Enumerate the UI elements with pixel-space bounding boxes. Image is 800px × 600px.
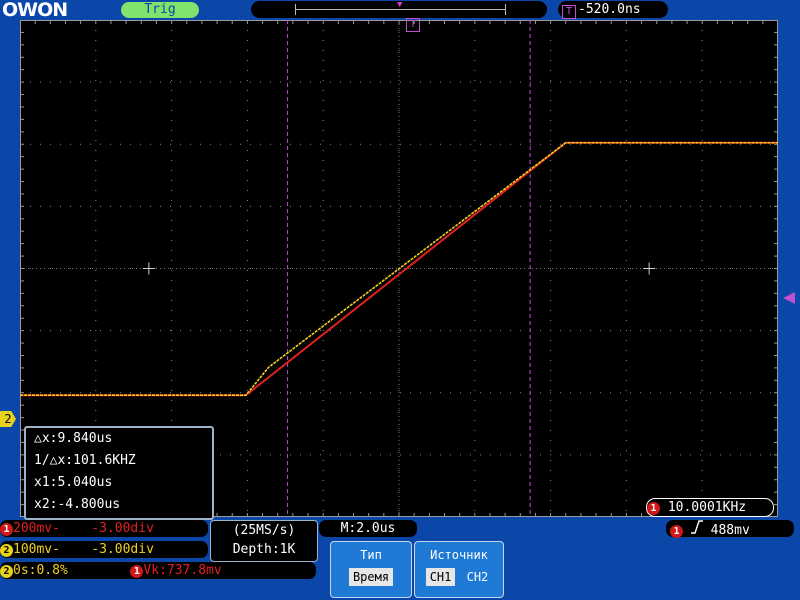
channel1-offset: -3.00div: [91, 521, 154, 536]
source-option-ch1[interactable]: CH1: [425, 568, 456, 586]
trigger-level-arrow-icon[interactable]: [783, 292, 795, 304]
channel2-level-marker[interactable]: 2: [0, 411, 16, 427]
memory-position-bar[interactable]: ▼: [251, 0, 547, 18]
memory-bar-left-tick: [295, 4, 296, 15]
channel1-icon: 1: [0, 523, 13, 536]
trigger-status[interactable]: 1 488mv: [666, 520, 794, 539]
menu-source-button[interactable]: Источник CH1 CH2: [414, 541, 504, 598]
trigger-time-marker-icon: T: [406, 18, 420, 32]
menu-source-title: Источник: [430, 548, 488, 562]
channel1-icon: 1: [670, 525, 683, 538]
cursor-delta-x: △x:9.840us: [34, 431, 113, 446]
menu-type-title: Тип: [360, 548, 382, 562]
trigger-position-marker-icon: ▼: [397, 0, 403, 10]
memory-bar-right-tick: [505, 4, 506, 15]
channel2-icon: 2: [0, 544, 13, 557]
channel2-status[interactable]: 2 100mv- -3.00div: [0, 541, 208, 558]
timebase-status[interactable]: M:2.0us: [319, 520, 417, 537]
frequency-counter: 1 10.0001KHz: [646, 498, 774, 517]
channel2-volts: 100mv-: [13, 542, 60, 557]
cursor-inverse-delta-x: 1/△x:101.6KHZ: [34, 453, 136, 468]
menu-type-button[interactable]: Тип Время: [330, 541, 412, 598]
channel2-offset: -3.00div: [91, 542, 154, 557]
cursor-measurement-panel: △x:9.840us 1/△x:101.6KHZ x1:5.040us x2:-…: [24, 426, 214, 520]
channel1-volts: 200mv-: [13, 521, 60, 536]
menu-type-value: Время: [348, 568, 394, 586]
time-offset-value: 0s:0.8%: [13, 563, 68, 578]
trigger-offset-display: T -520.0ns: [558, 1, 668, 19]
vk-value: Vk:737.8mv: [143, 563, 222, 578]
channel1-status[interactable]: 1 200mv- -3.00div: [0, 520, 208, 537]
trigger-status-badge: Trig: [121, 2, 199, 18]
acquisition-info: (25MS/s) Depth:1K: [210, 520, 318, 562]
source-option-ch2[interactable]: CH2: [463, 568, 493, 586]
channel1-icon: 1: [647, 502, 660, 515]
rising-edge-icon: [690, 520, 703, 539]
cursor-x2: x2:-4.800us: [34, 497, 121, 512]
sample-rate: (25MS/s): [232, 523, 296, 538]
channel1-icon: 1: [130, 565, 144, 578]
trigger-offset-value: -520.0ns: [578, 2, 641, 17]
cursor-x1: x1:5.040us: [34, 475, 113, 490]
measurement-status: 2 0s:0.8% 1 Vk:737.8mv: [0, 562, 316, 579]
memory-depth: Depth:1K: [232, 542, 296, 557]
brand-logo: OWON: [2, 0, 68, 21]
frequency-value: 10.0001KHz: [667, 500, 747, 515]
channel2-icon: 2: [0, 565, 13, 578]
trigger-level-value: 488mv: [710, 523, 750, 538]
trigger-t-icon: T: [562, 5, 576, 19]
